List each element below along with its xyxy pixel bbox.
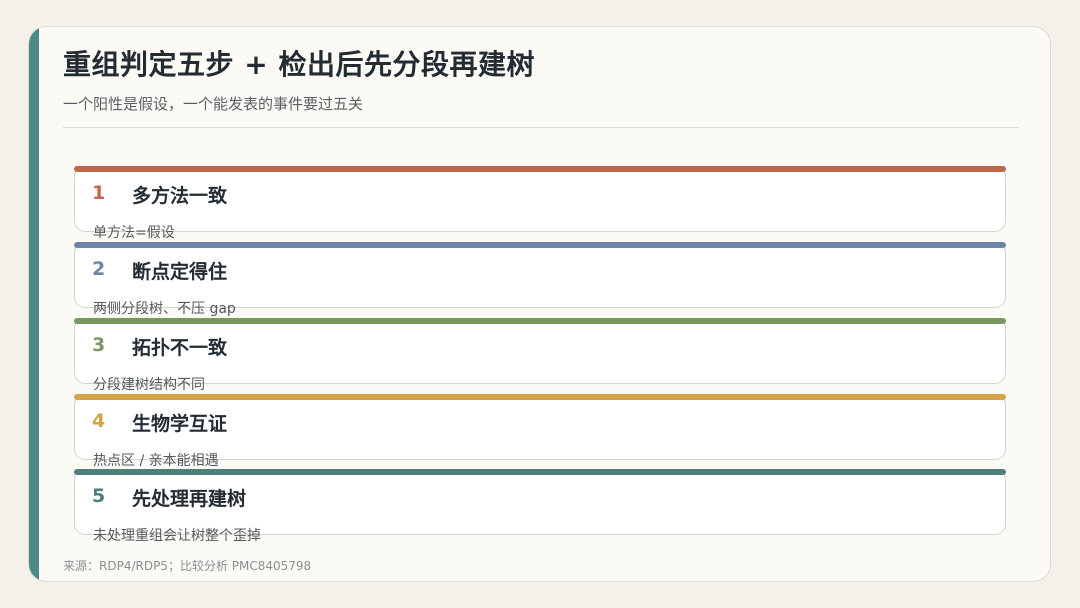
page-title: 重组判定五步 + 检出后先分段再建树 [63, 48, 535, 81]
step-title: 先处理再建树 [132, 488, 247, 510]
step-number: 5 [92, 485, 106, 507]
step-card-1: 1 多方法一致 单方法=假设 [74, 166, 1006, 241]
step-description: 单方法=假设 [93, 225, 175, 241]
step-description: 分段建树结构不同 [93, 377, 205, 393]
step-number: 1 [92, 182, 106, 204]
step-title: 拓扑不一致 [132, 337, 228, 359]
step-description: 热点区 / 亲本能相遇 [93, 453, 219, 469]
step-description: 未处理重组会让树整个歪掉 [93, 528, 261, 544]
accent-bar [29, 27, 39, 581]
step-card-5: 5 先处理再建树 未处理重组会让树整个歪掉 [74, 469, 1006, 544]
step-color-bar [74, 394, 1006, 400]
step-card-4: 4 生物学互证 热点区 / 亲本能相遇 [74, 394, 1006, 469]
step-card-3: 3 拓扑不一致 分段建树结构不同 [74, 318, 1006, 393]
source-note: 来源：RDP4/RDP5；比较分析 PMC8405798 [63, 559, 312, 573]
step-color-bar [74, 166, 1006, 172]
page-subtitle: 一个阳性是假设，一个能发表的事件要过五关 [63, 95, 364, 113]
step-title: 生物学互证 [132, 413, 228, 435]
header-divider [63, 127, 1019, 128]
step-color-bar [74, 318, 1006, 324]
step-card-2: 2 断点定得住 两侧分段树、不压 gap [74, 242, 1006, 317]
step-description: 两侧分段树、不压 gap [93, 301, 236, 317]
step-color-bar [74, 242, 1006, 248]
step-number: 3 [92, 334, 106, 356]
step-number: 4 [92, 410, 106, 432]
step-color-bar [74, 469, 1006, 475]
step-title: 断点定得住 [132, 261, 228, 283]
step-title: 多方法一致 [132, 185, 228, 207]
step-number: 2 [92, 258, 106, 280]
slide-card: 重组判定五步 + 检出后先分段再建树 一个阳性是假设，一个能发表的事件要过五关 … [28, 26, 1051, 582]
